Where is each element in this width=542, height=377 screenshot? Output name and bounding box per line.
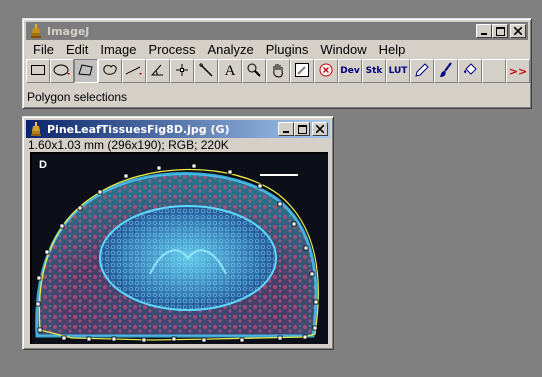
toolbar: A Dev Stk LUT >> [26, 59, 530, 83]
imagej-logo-icon [29, 121, 43, 137]
text-tool[interactable]: A [218, 59, 242, 83]
selection-handles[interactable] [32, 154, 328, 344]
brush-tool-icon [438, 61, 454, 81]
stacks-menu-icon: Stk [365, 66, 383, 76]
menu-help[interactable]: Help [373, 41, 412, 59]
developer-menu-tool[interactable]: Dev [338, 59, 362, 83]
point-tool[interactable] [170, 59, 194, 83]
color-picker-tool-icon [294, 62, 310, 81]
line-tool[interactable] [122, 59, 146, 83]
angle-tool[interactable] [146, 59, 170, 83]
point-tool-icon [174, 63, 190, 80]
menu-bar: File Edit Image Process Analyze Plugins … [27, 41, 411, 59]
image-window-title: PineLeafTissuesFig8D.jpg (G) [47, 122, 230, 136]
magnifier-tool[interactable] [242, 59, 266, 83]
freehand-tool-icon [102, 63, 118, 80]
menu-edit[interactable]: Edit [60, 41, 94, 59]
rectangle-tool[interactable] [26, 59, 50, 83]
menu-process[interactable]: Process [143, 41, 202, 59]
more-tools-button[interactable]: >> [506, 59, 530, 83]
menu-window[interactable]: Window [314, 41, 372, 59]
status-text: Polygon selections [27, 90, 128, 104]
flood-fill-tool-icon [462, 62, 478, 81]
flood-fill-tool[interactable] [458, 59, 482, 83]
menu-image[interactable]: Image [94, 41, 142, 59]
image-canvas-frame: D [30, 152, 328, 344]
magnifier-tool-icon [246, 63, 262, 80]
menu-file[interactable]: File [27, 41, 60, 59]
imagej-main-window: ImageJ File Edit Image Process Analyze P… [22, 18, 532, 109]
developer-menu-icon: Dev [340, 66, 360, 76]
polygon-tool[interactable] [74, 59, 98, 83]
empty-tool-slot [482, 59, 506, 83]
freehand-tool[interactable] [98, 59, 122, 83]
image-minimize-button[interactable] [278, 122, 294, 136]
image-info-text: 1.60x1.03 mm (296x190); RGB; 220K [28, 138, 229, 152]
image-canvas[interactable]: D [32, 154, 328, 344]
polygon-tool-icon [78, 63, 94, 80]
stacks-menu-tool[interactable]: Stk [362, 59, 386, 83]
color-picker-tool[interactable] [290, 59, 314, 83]
image-maximize-button[interactable] [294, 122, 310, 136]
pencil-tool[interactable] [410, 59, 434, 83]
hand-tool-icon [270, 62, 286, 81]
main-titlebar[interactable]: ImageJ [26, 22, 528, 40]
imagej-logo-icon [29, 23, 43, 39]
more-tools-icon: >> [508, 64, 528, 78]
oval-tool-icon [53, 63, 71, 80]
pencil-tool-icon [414, 62, 430, 81]
stop-tool[interactable] [314, 59, 338, 83]
image-window: PineLeafTissuesFig8D.jpg (G) 1.60x1.03 m… [22, 116, 334, 350]
brush-tool[interactable] [434, 59, 458, 83]
angle-tool-icon [150, 63, 166, 80]
minimize-button[interactable] [476, 24, 492, 38]
close-button[interactable] [510, 24, 526, 38]
text-tool-icon: A [224, 62, 236, 79]
rectangle-tool-icon [30, 63, 46, 80]
wand-tool[interactable] [194, 59, 218, 83]
stop-tool-icon [318, 62, 334, 81]
oval-tool[interactable] [50, 59, 74, 83]
lut-menu-tool[interactable]: LUT [386, 59, 410, 83]
lut-menu-icon: LUT [388, 66, 408, 76]
main-window-title: ImageJ [47, 24, 90, 38]
line-tool-icon [125, 63, 143, 80]
menu-plugins[interactable]: Plugins [260, 41, 315, 59]
menu-analyze[interactable]: Analyze [201, 41, 259, 59]
wand-tool-icon [198, 62, 214, 80]
image-titlebar[interactable]: PineLeafTissuesFig8D.jpg (G) [26, 120, 330, 138]
hand-tool[interactable] [266, 59, 290, 83]
image-close-button[interactable] [312, 122, 328, 136]
maximize-button[interactable] [492, 24, 508, 38]
